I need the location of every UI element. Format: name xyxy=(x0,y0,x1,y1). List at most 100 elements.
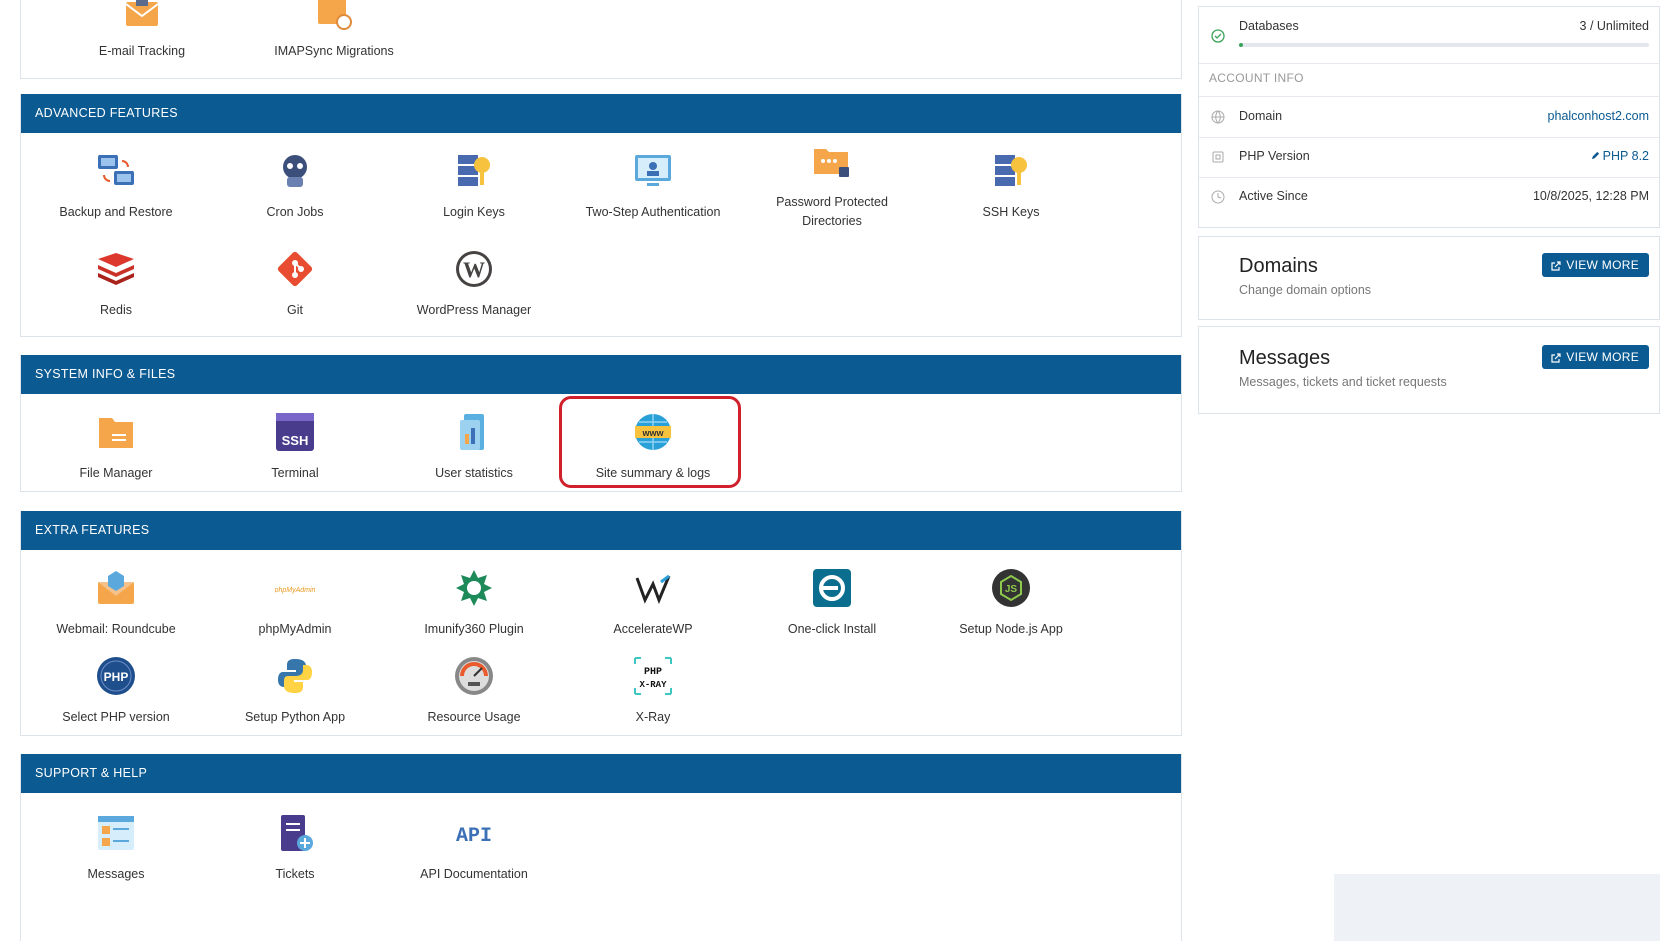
tile-imapsync[interactable]: IMAPSync Migrations xyxy=(238,0,430,76)
chip-icon xyxy=(1212,151,1224,163)
tile-label: Setup Node.js App xyxy=(959,622,1063,636)
tile-messages[interactable]: Messages xyxy=(20,803,212,899)
php-version-label: PHP Version xyxy=(1239,149,1310,163)
roundcube-icon xyxy=(98,571,134,604)
tile-ssh-keys[interactable]: SSH Keys xyxy=(915,141,1107,237)
statistics-icon xyxy=(460,414,484,450)
tile-xray[interactable]: PHP X-RAY X-Ray xyxy=(557,646,749,742)
login-keys-icon xyxy=(458,155,490,186)
active-since-label: Active Since xyxy=(1239,189,1308,203)
panel-header: SUPPORT & HELP xyxy=(21,754,1181,793)
php-version-row: PHP Version PHP 8.2 xyxy=(1199,137,1659,178)
tile-select-php[interactable]: PHP Select PHP version xyxy=(20,646,212,742)
tile-resource-usage[interactable]: Resource Usage xyxy=(378,646,570,742)
svg-text:JS: JS xyxy=(1005,584,1018,595)
tile-label: Resource Usage xyxy=(427,710,521,724)
tile-label: Password Protected Directories xyxy=(776,195,888,228)
domain-row: Domain phalconhost2.com xyxy=(1199,97,1659,138)
backup-icon xyxy=(98,155,134,185)
tile-api-docs[interactable]: API API Documentation xyxy=(378,803,570,899)
python-icon xyxy=(278,659,312,693)
databases-usage-bar xyxy=(1239,43,1649,47)
tile-acceleratewp[interactable]: AccelerateWP xyxy=(557,558,749,654)
tile-file-manager[interactable]: File Manager xyxy=(20,402,212,498)
terminal-icon: SSH xyxy=(276,413,314,451)
tile-phpmyadmin[interactable]: phpMyAdmin phpMyAdmin xyxy=(199,558,391,654)
svg-text:PHP: PHP xyxy=(104,670,129,684)
tile-label: E-mail Tracking xyxy=(98,44,186,58)
git-icon xyxy=(277,251,313,287)
tile-wordpress[interactable]: W WordPress Manager xyxy=(378,239,570,335)
svg-text:PHP: PHP xyxy=(644,667,662,678)
highlight-box xyxy=(559,396,741,488)
messages-card-title: Messages xyxy=(1239,347,1331,369)
file-manager-icon xyxy=(99,418,133,448)
tile-label: SSH Keys xyxy=(982,205,1040,219)
pencil-icon xyxy=(1591,151,1599,160)
view-more-label: VIEW MORE xyxy=(1566,258,1639,272)
tile-label: Two-Step Authentication xyxy=(585,205,721,219)
tile-python[interactable]: Setup Python App xyxy=(199,646,391,742)
usage-bar-fill xyxy=(1239,43,1243,47)
databases-label: Databases xyxy=(1239,19,1299,33)
messages-card: Messages Messages, tickets and ticket re… xyxy=(1198,326,1660,414)
tile-two-step[interactable]: Two-Step Authentication xyxy=(557,141,749,237)
tile-email-tracking[interactable]: E-mail Tracking xyxy=(46,0,238,76)
clock-icon xyxy=(1211,190,1225,204)
imunify-icon xyxy=(456,570,492,606)
wordpress-icon: W xyxy=(456,251,492,287)
tile-label: Git xyxy=(287,303,303,317)
tile-terminal[interactable]: SSH Terminal xyxy=(199,402,391,498)
php-icon: PHP xyxy=(97,657,135,695)
acceleratewp-icon xyxy=(635,574,671,605)
tile-one-click-install[interactable]: One-click Install xyxy=(736,558,928,654)
external-link-icon xyxy=(1551,261,1561,271)
tile-user-statistics[interactable]: User statistics xyxy=(378,402,570,498)
panel-header: SYSTEM INFO & FILES xyxy=(21,355,1181,394)
svg-text:W: W xyxy=(463,257,485,282)
tile-label: Cron Jobs xyxy=(266,205,324,219)
panel-header: ADVANCED FEATURES xyxy=(21,94,1181,133)
advanced-features-panel: ADVANCED FEATURES Backup and Restore Cro… xyxy=(20,94,1182,337)
redis-icon xyxy=(98,253,134,285)
tile-label: IMAPSync Migrations xyxy=(274,44,394,58)
globe-icon xyxy=(1211,110,1225,124)
tile-nodejs[interactable]: JS Setup Node.js App xyxy=(915,558,1107,654)
tile-cron-jobs[interactable]: Cron Jobs xyxy=(199,141,391,237)
one-click-icon xyxy=(813,569,851,607)
email-tracking-icon xyxy=(125,0,159,26)
svg-text:phpMyAdmin: phpMyAdmin xyxy=(275,587,315,594)
tile-git[interactable]: Git xyxy=(199,239,391,335)
domain-label: Domain xyxy=(1239,109,1283,123)
active-since-value: 10/8/2025, 12:28 PM xyxy=(1532,189,1649,203)
nodejs-icon: JS xyxy=(992,569,1030,607)
svg-text:X-RAY: X-RAY xyxy=(639,680,667,690)
ssh-keys-icon xyxy=(995,155,1027,186)
domains-view-more-button[interactable]: VIEW MORE xyxy=(1542,253,1649,277)
tile-label: File Manager xyxy=(79,466,153,480)
databases-row: Databases 3 / Unlimited xyxy=(1199,7,1659,64)
tile-label: Webmail: Roundcube xyxy=(56,622,176,636)
chat-widget-placeholder xyxy=(1334,874,1660,941)
messages-icon xyxy=(98,816,134,850)
tile-label: Messages xyxy=(87,867,145,881)
tile-imunify[interactable]: Imunify360 Plugin xyxy=(378,558,570,654)
account-info-card: Databases 3 / Unlimited ACCOUNT INFO Dom… xyxy=(1198,6,1660,228)
tile-tickets[interactable]: Tickets xyxy=(199,803,391,899)
gauge-icon xyxy=(455,657,493,695)
domain-link[interactable]: phalconhost2.com xyxy=(1548,109,1649,123)
tile-password-dirs[interactable]: Password Protected Directories xyxy=(736,141,928,237)
tile-redis[interactable]: Redis xyxy=(20,239,212,335)
phpmyadmin-icon: phpMyAdmin xyxy=(275,587,315,594)
imapsync-icon xyxy=(318,0,352,30)
tile-login-keys[interactable]: Login Keys xyxy=(378,141,570,237)
messages-view-more-button[interactable]: VIEW MORE xyxy=(1542,345,1649,369)
tile-label: phpMyAdmin xyxy=(258,622,332,636)
tile-backup-restore[interactable]: Backup and Restore xyxy=(20,141,212,237)
tile-label: API Documentation xyxy=(420,867,528,881)
support-help-panel: SUPPORT & HELP Messages Tickets API API … xyxy=(20,754,1182,941)
view-more-label: VIEW MORE xyxy=(1566,350,1639,364)
php-version-link[interactable]: PHP 8.2 xyxy=(1591,149,1649,163)
external-link-icon xyxy=(1551,353,1561,363)
tile-roundcube[interactable]: Webmail: Roundcube xyxy=(20,558,212,654)
